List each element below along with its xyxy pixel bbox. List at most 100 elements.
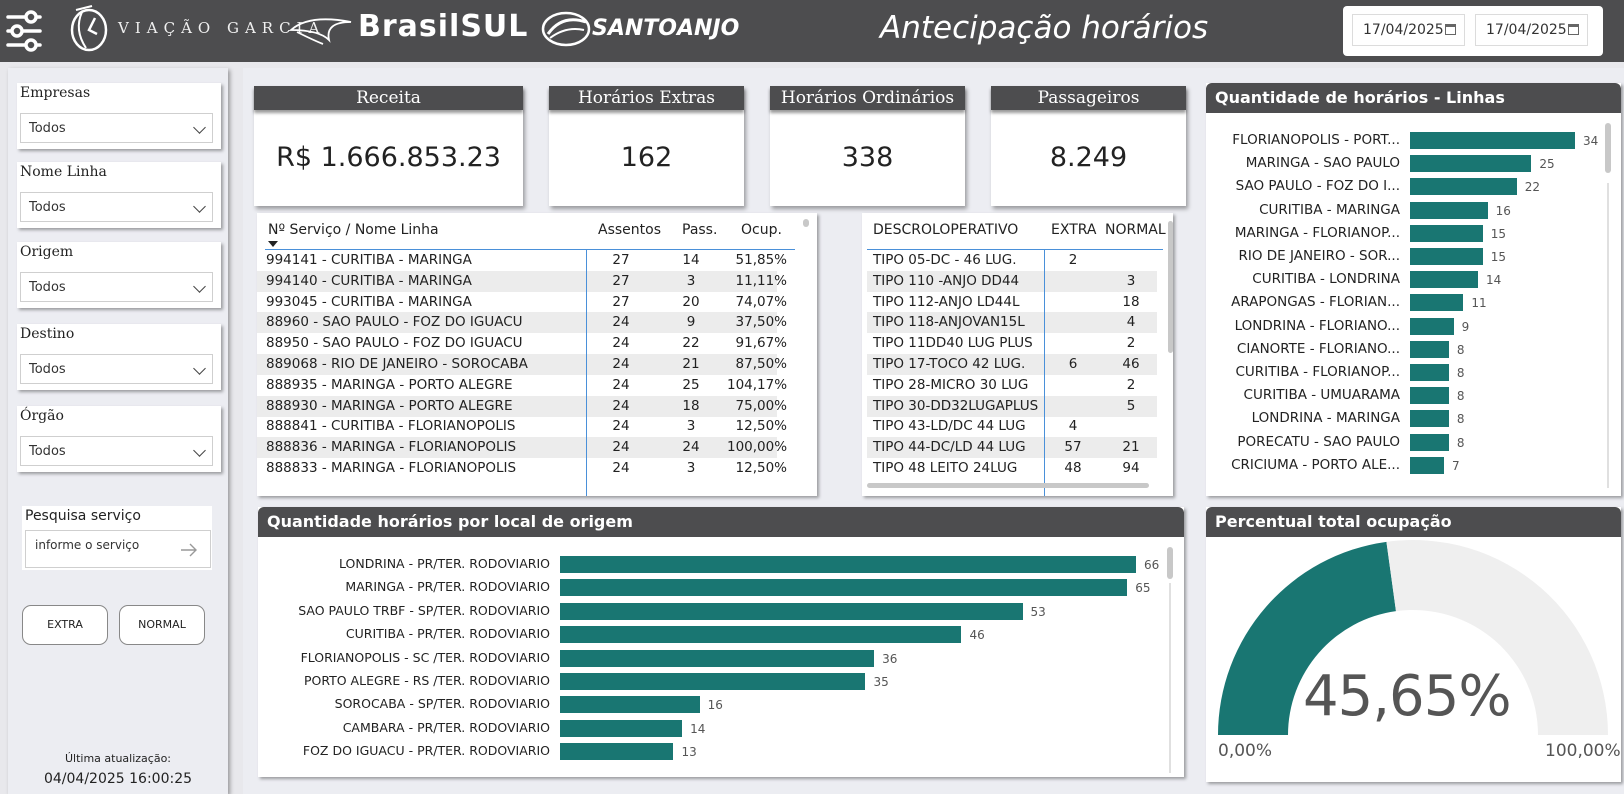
table-cell: TIPO 44-DC/LD 44 LUG (873, 439, 1026, 456)
table-cell: 24 (612, 418, 630, 435)
scrollbar-track[interactable] (1169, 583, 1171, 773)
data-label: 35 (873, 675, 889, 689)
column-header-servico[interactable]: Nº Serviço / Nome Linha (268, 222, 439, 238)
bar-label: MARINGA - FLORIANOP... (1234, 224, 1400, 241)
bar-label: CAMBARA - PR/TER. RODOVIARIO (342, 719, 550, 735)
bar[interactable] (560, 673, 866, 690)
bar-label: CURITIBA - PR/TER. RODOVIARIO (345, 626, 550, 642)
table-row[interactable]: 994140 - CURITIBA - MARINGA 27 3 11,11% (257, 270, 787, 292)
scrollbar-track[interactable] (1607, 183, 1609, 488)
search-input[interactable]: informe o serviço (25, 530, 211, 568)
bar-label: CRICIUMA - PORTO ALE... (1231, 456, 1400, 473)
bar[interactable] (1410, 178, 1517, 196)
column-header-assentos[interactable]: Assentos (598, 222, 661, 238)
table-cell: 100,00% (727, 439, 788, 456)
table-cell: 888833 - MARINGA - FLORIANOPOLIS (266, 460, 517, 476)
bar[interactable] (1410, 294, 1464, 312)
table-cell: 12,50% (735, 418, 787, 435)
table-cell: 22 (682, 335, 700, 352)
table-cell: 14 (682, 252, 700, 268)
horizontal-scrollbar-thumb[interactable] (867, 483, 1149, 488)
table-cell: 994141 - CURITIBA - MARINGA (266, 252, 472, 268)
origem-dropdown[interactable]: Todos (20, 272, 213, 302)
bar[interactable] (560, 602, 1023, 620)
orgao-dropdown[interactable]: Todos (20, 436, 213, 466)
bar[interactable] (560, 743, 674, 761)
table-row[interactable]: 889068 - RIO DE JANEIRO - SOROCABA 24 21 87… (257, 354, 787, 375)
bar[interactable] (1410, 387, 1449, 405)
bar-label: LONDRINA - PR/TER. RODOVIARIO (339, 556, 550, 571)
column-header-descroloperativo[interactable]: DESCROLOPERATIVO (873, 222, 1018, 238)
table-row[interactable]: 888836 - MARINGA - FLORIANOPOLIS 24 24 100,… (257, 437, 787, 459)
scrollbar-thumb[interactable] (1605, 123, 1611, 173)
table-row[interactable]: 888930 - MARINGA - PORTO ALEGRE 24 18 75,00… (257, 395, 787, 417)
kpi-receita: Receita R$ 1.666.853.23 (254, 86, 523, 206)
bar[interactable] (1410, 317, 1454, 335)
chevron-down-icon (193, 280, 206, 293)
table-row[interactable]: 994141 - CURITIBA - MARINGA 27 14 51,85% (257, 250, 787, 271)
table-cell: 993045 - CURITIBA - MARINGA (266, 293, 472, 310)
nome-linha-dropdown[interactable]: Todos (20, 192, 213, 222)
table-cell: 24 (612, 439, 630, 456)
bar[interactable] (560, 579, 1128, 597)
table-row[interactable]: 888841 - CURITIBA - FLORIANOPOLIS 24 3 12,5… (257, 416, 787, 437)
bar[interactable] (1410, 155, 1532, 173)
data-label: 15 (1490, 250, 1507, 264)
bar-label: MARINGA - PR/TER. RODOVIARIO (345, 579, 550, 595)
brasilsul-swoosh-icon (289, 18, 352, 45)
santoanjo-logo-icon (541, 11, 591, 47)
date-start-input[interactable]: 17/04/2025 (1352, 14, 1465, 46)
column-header-pass[interactable]: Pass. (682, 222, 717, 238)
chevron-down-icon (193, 121, 206, 134)
bar[interactable] (1410, 456, 1444, 474)
arrow-right-icon[interactable] (180, 543, 198, 557)
kpi-title: Horários Ordinários (770, 86, 965, 110)
column-header-extra[interactable]: EXTRA (1051, 222, 1096, 238)
bar[interactable] (1410, 433, 1449, 451)
date-end-input[interactable]: 17/04/2025 (1475, 14, 1588, 46)
calendar-icon[interactable] (1445, 24, 1456, 35)
table-cell: 21 (682, 356, 700, 372)
table-cell: 888836 - MARINGA - FLORIANOPOLIS (266, 439, 517, 456)
kpi-title: Receita (254, 86, 523, 110)
bar[interactable] (560, 696, 700, 714)
table-row[interactable]: 888935 - MARINGA - PORTO ALEGRE 24 25 104,1… (257, 375, 787, 396)
bar-label: SOROCABA - SP/TER. RODOVIARIO (334, 696, 550, 712)
bar[interactable] (560, 626, 962, 644)
bar[interactable] (1410, 340, 1449, 358)
sort-desc-icon[interactable] (267, 240, 279, 248)
table-row[interactable]: 888833 - MARINGA - FLORIANOPOLIS 24 3 12,50… (257, 458, 787, 479)
bar[interactable] (1410, 224, 1483, 242)
scrollbar-thumb[interactable] (803, 219, 809, 227)
bar[interactable] (1410, 248, 1483, 265)
bar[interactable] (1410, 410, 1449, 428)
table-cell: 888930 - MARINGA - PORTO ALEGRE (266, 397, 513, 414)
bar[interactable] (560, 649, 875, 667)
table-cell: 104,17% (727, 376, 788, 393)
bar[interactable] (1410, 132, 1575, 149)
table-cell: 87,50% (735, 356, 787, 372)
empresas-dropdown[interactable]: Todos (20, 113, 213, 143)
bar[interactable] (1410, 271, 1478, 289)
column-header-ocup[interactable]: Ocup. (741, 222, 782, 238)
table-cell: 24 (612, 460, 630, 476)
bar[interactable] (560, 719, 683, 737)
filter-sidebar: Empresas Todos Nome Linha Todos Origem T… (8, 68, 228, 794)
destino-dropdown[interactable]: Todos (20, 354, 213, 384)
filter-settings-icon[interactable] (6, 8, 42, 54)
bar[interactable] (1410, 201, 1488, 219)
extra-button[interactable]: EXTRA (22, 605, 108, 645)
table-row[interactable]: 88960 - SAO PAULO - FOZ DO IGUACU 24 9 37,5… (257, 312, 787, 334)
filter-label: Origem (20, 244, 74, 260)
table-row[interactable]: 88950 - SAO PAULO - FOZ DO IGUACU 24 22 91,… (257, 333, 787, 354)
garcia-logo-icon (70, 5, 108, 52)
bar[interactable] (1410, 364, 1449, 381)
data-label: 8 (1456, 435, 1465, 450)
scrollbar-thumb[interactable] (1167, 547, 1173, 579)
bar[interactable] (560, 556, 1136, 573)
calendar-icon[interactable] (1568, 24, 1579, 35)
normal-button[interactable]: NORMAL (119, 605, 205, 645)
kpi-horarios-extras: Horários Extras 162 (549, 86, 744, 206)
table-row[interactable]: 993045 - CURITIBA - MARINGA 27 20 74,07% (257, 292, 787, 313)
chevron-down-icon (193, 444, 206, 457)
